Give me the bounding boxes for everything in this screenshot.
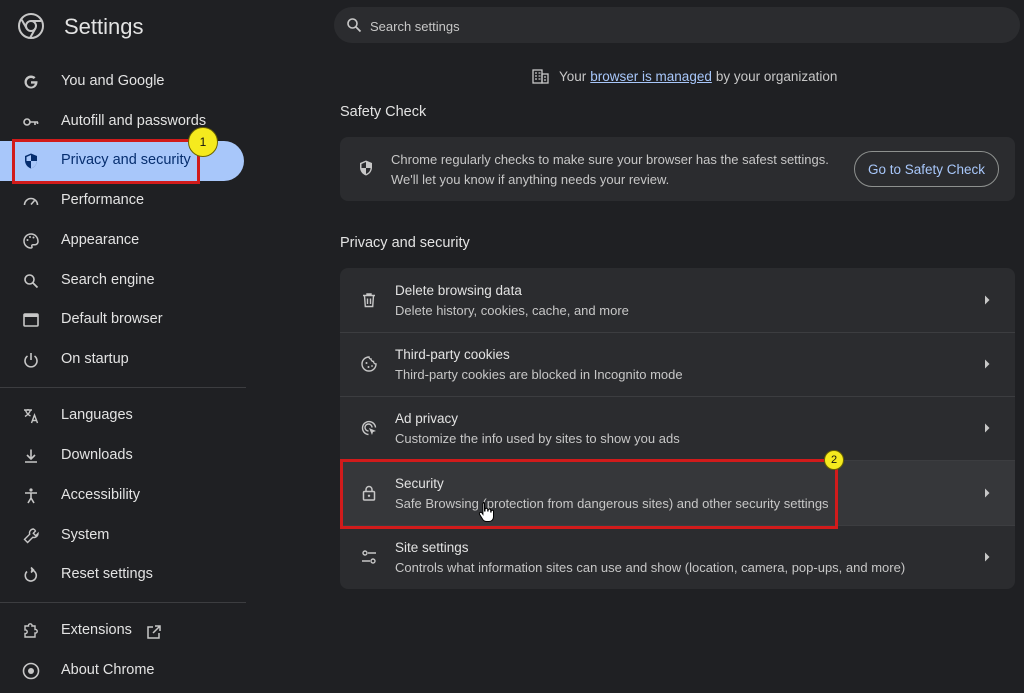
- reset-icon: [22, 566, 40, 584]
- app-title: Settings: [64, 14, 144, 39]
- sidebar-item-label: Autofill and passwords: [61, 113, 207, 129]
- sidebar-item-search-engine[interactable]: Search engine: [0, 261, 244, 301]
- safety-check-heading: Safety Check: [340, 104, 427, 120]
- sidebar-item-label: Reset settings: [61, 566, 153, 582]
- sidebar-item-you-and-google[interactable]: You and Google: [0, 62, 244, 102]
- row-subtitle: Customize the info used by sites to show…: [395, 431, 680, 446]
- chrome-logo-icon: [18, 13, 44, 39]
- sidebar: Settings You and Google Autofill and pas…: [0, 0, 246, 693]
- sidebar-item-label: Accessibility: [61, 487, 140, 503]
- translate-icon: [22, 407, 40, 425]
- row-subtitle: Controls what information sites can use …: [395, 560, 906, 575]
- google-icon: [22, 73, 40, 91]
- row-title: Third-party cookies: [395, 347, 510, 362]
- highlight-box-privacy: [12, 139, 200, 184]
- sidebar-item-label: Appearance: [61, 232, 140, 248]
- browser-managed-link[interactable]: browser is managed: [590, 69, 712, 84]
- sidebar-item-label: System: [61, 527, 110, 543]
- ad-privacy-icon: [360, 419, 378, 437]
- managed-notice: Your browser is managed by your organiza…: [532, 67, 837, 85]
- sliders-icon: [360, 548, 378, 566]
- speedometer-icon: [22, 192, 40, 210]
- sidebar-item-appearance[interactable]: Appearance: [0, 221, 244, 261]
- managed-suffix: by your organization: [715, 68, 838, 84]
- row-title: Site settings: [395, 540, 469, 555]
- building-icon: [532, 68, 549, 84]
- search-input[interactable]: [368, 14, 992, 38]
- settings-row-delete-browsing-data[interactable]: Delete browsing data Delete history, coo…: [340, 268, 1015, 332]
- sidebar-item-downloads[interactable]: Downloads: [0, 436, 244, 476]
- puzzle-icon: [22, 622, 40, 640]
- sidebar-item-label: On startup: [61, 351, 129, 367]
- safety-check-description: Chrome regularly checks to make sure you…: [391, 152, 829, 167]
- palette-icon: [22, 232, 40, 250]
- search-bar[interactable]: [334, 7, 1020, 43]
- sidebar-item-label: Languages: [61, 407, 133, 423]
- sidebar-item-label: Downloads: [61, 447, 133, 463]
- managed-prefix: Your: [559, 68, 587, 84]
- hand-cursor-icon: [478, 501, 494, 523]
- settings-row-ad-privacy[interactable]: Ad privacy Customize the info used by si…: [340, 396, 1015, 460]
- sidebar-divider: [0, 602, 246, 603]
- sidebar-item-on-startup[interactable]: On startup: [0, 340, 244, 380]
- key-icon: [22, 113, 40, 131]
- settings-row-third-party-cookies[interactable]: Third-party cookies Third-party cookies …: [340, 332, 1015, 396]
- sidebar-item-label: Search engine: [61, 272, 155, 288]
- browser-window-icon: [22, 311, 40, 329]
- sidebar-item-label: Extensions: [61, 622, 132, 638]
- safety-check-description-2: We'll let you know if anything needs you…: [391, 172, 670, 187]
- search-icon: [22, 272, 40, 290]
- shield-icon: [357, 159, 375, 177]
- privacy-and-security-card: Delete browsing data Delete history, coo…: [340, 268, 1015, 589]
- sidebar-item-about-chrome[interactable]: About Chrome: [0, 651, 244, 691]
- privacy-and-security-heading: Privacy and security: [340, 235, 470, 251]
- sidebar-item-label: About Chrome: [61, 662, 155, 678]
- step-badge-1: 1: [188, 127, 218, 157]
- sidebar-item-performance[interactable]: Performance: [0, 181, 244, 221]
- accessibility-icon: [22, 487, 40, 505]
- sidebar-item-label: Performance: [61, 192, 145, 208]
- row-subtitle: Third-party cookies are blocked in Incog…: [395, 367, 683, 382]
- row-title: Delete browsing data: [395, 283, 522, 298]
- go-to-safety-check-button[interactable]: Go to Safety Check: [854, 151, 999, 187]
- sidebar-divider: [0, 387, 246, 388]
- cookie-icon: [360, 355, 378, 373]
- sidebar-item-system[interactable]: System: [0, 516, 244, 556]
- sidebar-item-reset-settings[interactable]: Reset settings: [0, 555, 244, 595]
- sidebar-item-extensions[interactable]: Extensions: [0, 611, 244, 651]
- chevron-right-icon: [982, 487, 992, 499]
- chevron-right-icon: [982, 294, 992, 306]
- settings-row-site-settings[interactable]: Site settings Controls what information …: [340, 525, 1015, 589]
- row-title: Ad privacy: [395, 411, 459, 426]
- external-link-icon: [146, 624, 162, 640]
- wrench-icon: [22, 527, 40, 545]
- chevron-right-icon: [982, 358, 992, 370]
- sidebar-item-default-browser[interactable]: Default browser: [0, 300, 244, 340]
- row-subtitle: Delete history, cookies, cache, and more: [395, 303, 629, 318]
- power-icon: [22, 351, 40, 369]
- chevron-right-icon: [982, 551, 992, 563]
- sidebar-item-accessibility[interactable]: Accessibility: [0, 476, 244, 516]
- sidebar-item-languages[interactable]: Languages: [0, 396, 244, 436]
- chevron-right-icon: [982, 422, 992, 434]
- search-icon: [346, 17, 362, 33]
- download-icon: [22, 447, 40, 465]
- chrome-icon: [22, 662, 40, 680]
- step-badge-2: 2: [824, 450, 844, 470]
- sidebar-item-label: Default browser: [61, 311, 163, 327]
- highlight-box-security: [340, 459, 838, 529]
- sidebar-item-label: You and Google: [61, 73, 165, 89]
- trash-icon: [360, 291, 378, 309]
- safety-check-card: Chrome regularly checks to make sure you…: [340, 137, 1015, 201]
